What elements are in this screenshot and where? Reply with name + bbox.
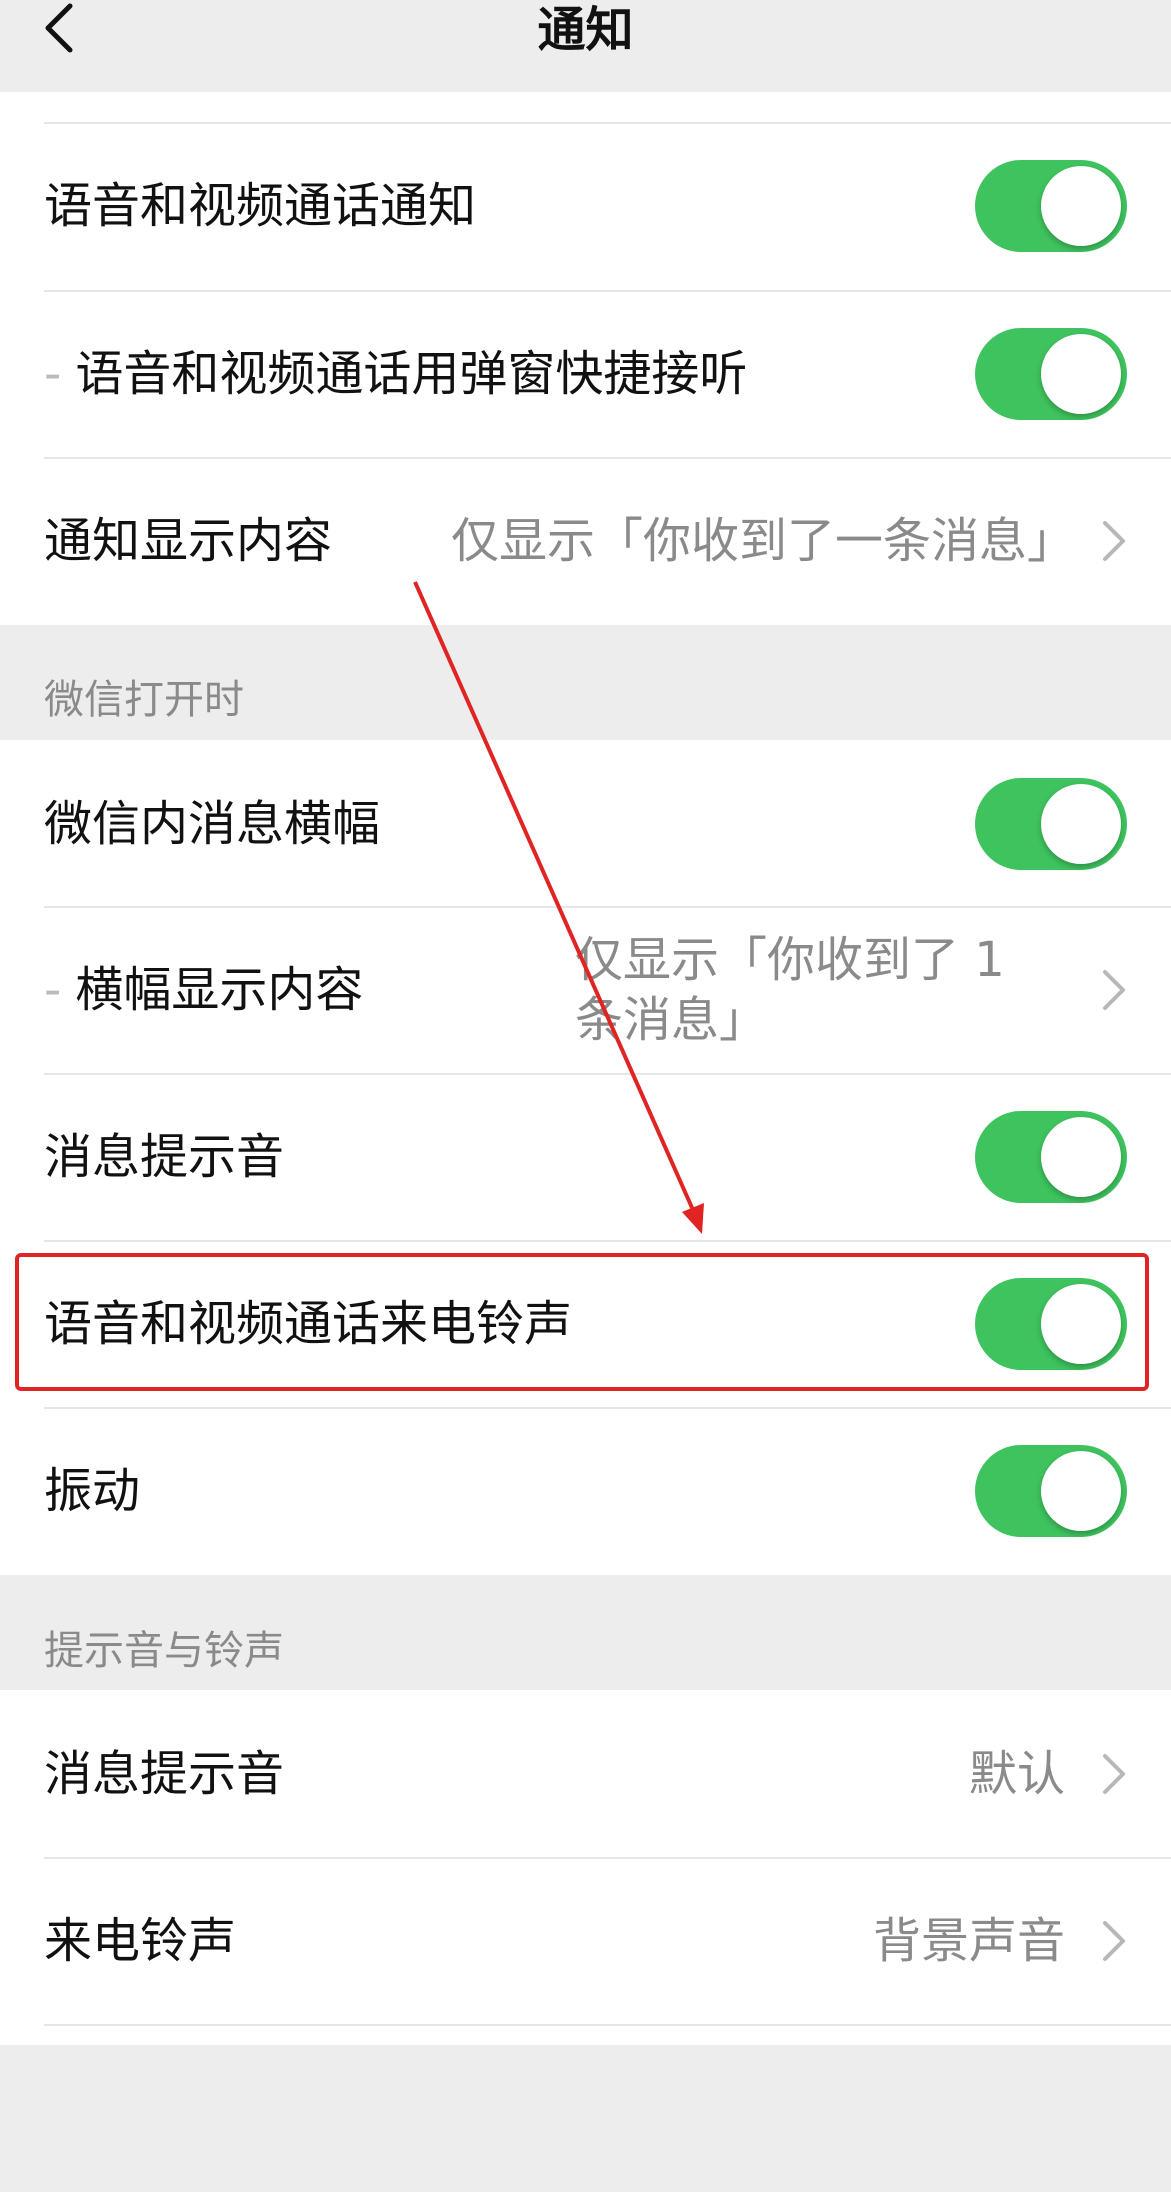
settings-row-vibration[interactable]: 振动 <box>0 1407 1171 1575</box>
settings-group-notifications: 语音和视频通话通知 - 语音和视频通话用弹窗快捷接听 通知显示内容 仅显示「你收到… <box>0 92 1171 625</box>
settings-row-call-popup[interactable]: - 语音和视频通话用弹窗快捷接听 <box>0 290 1171 458</box>
chevron-right-icon <box>1103 970 1125 1010</box>
section-header-sounds: 提示音与铃声 <box>44 1628 284 1674</box>
sub-item-dash: - <box>44 346 62 402</box>
toggle-knob <box>1041 166 1121 246</box>
settings-row-partial <box>0 2024 1171 2192</box>
call-ringtone-toggle[interactable] <box>975 1278 1127 1370</box>
call-popup-toggle[interactable] <box>975 328 1127 420</box>
toggle-knob <box>1041 1451 1121 1531</box>
call-notification-toggle[interactable] <box>975 160 1127 252</box>
settings-group-wechat-open: 微信内消息横幅 - 横幅显示内容 仅显示「你收到了 1 条消息」 消息提示音 语音… <box>0 740 1171 1575</box>
toggle-knob <box>1041 1117 1121 1197</box>
sub-item-dash: - <box>44 962 62 1018</box>
settings-row-banner-content[interactable]: - 横幅显示内容 仅显示「你收到了 1 条消息」 <box>0 906 1171 1074</box>
toggle-knob <box>1041 784 1121 864</box>
row-label: 微信内消息横幅 <box>44 796 381 852</box>
row-value: 仅显示「你收到了一条消息」 <box>450 513 1075 569</box>
chevron-right-icon <box>1103 521 1125 561</box>
divider <box>44 1407 1171 1409</box>
row-label: 消息提示音 <box>44 1129 285 1185</box>
row-label: 消息提示音 <box>44 1746 285 1802</box>
row-value: 仅显示「你收到了 1 条消息」 <box>575 932 1005 1048</box>
settings-row-notification-content[interactable]: 通知显示内容 仅显示「你收到了一条消息」 <box>0 457 1171 625</box>
chevron-right-icon <box>1103 1754 1125 1794</box>
section-header-wechat-open: 微信打开时 <box>44 677 244 723</box>
chevron-right-icon <box>1103 1921 1125 1961</box>
settings-group-sounds: 消息提示音 默认 来电铃声 背景声音 <box>0 1690 1171 2045</box>
settings-row-in-app-banner[interactable]: 微信内消息横幅 <box>0 740 1171 908</box>
row-label: 振动 <box>44 1463 141 1519</box>
in-app-banner-toggle[interactable] <box>975 778 1127 870</box>
settings-row-call-notification[interactable]: 语音和视频通话通知 <box>0 122 1171 290</box>
row-value: 默认 <box>968 1746 1065 1802</box>
vibration-toggle[interactable] <box>975 1445 1127 1537</box>
row-label-text: 横幅显示内容 <box>75 962 364 1018</box>
row-label: 语音和视频通话来电铃声 <box>44 1296 573 1352</box>
row-label: 通知显示内容 <box>44 513 333 569</box>
row-label-text: 语音和视频通话用弹窗快捷接听 <box>75 346 748 402</box>
settings-row-message-sound[interactable]: 消息提示音 <box>0 1073 1171 1241</box>
settings-row-call-ringtone[interactable]: 语音和视频通话来电铃声 <box>0 1240 1171 1408</box>
row-value: 背景声音 <box>872 1913 1065 1969</box>
page-title: 通知 <box>537 2 634 58</box>
row-label: 来电铃声 <box>44 1913 237 1969</box>
row-label: - 语音和视频通话用弹窗快捷接听 <box>44 290 747 458</box>
navigation-bar: 通知 <box>0 0 1171 92</box>
row-label: 语音和视频通话通知 <box>44 178 477 234</box>
settings-row-message-tone[interactable]: 消息提示音 默认 <box>0 1690 1171 1858</box>
toggle-knob <box>1041 334 1121 414</box>
divider <box>44 2024 1171 2026</box>
message-sound-toggle[interactable] <box>975 1111 1127 1203</box>
settings-row-ringtone[interactable]: 来电铃声 背景声音 <box>0 1857 1171 2025</box>
row-label: - 横幅显示内容 <box>44 906 363 1074</box>
toggle-knob <box>1041 1284 1121 1364</box>
